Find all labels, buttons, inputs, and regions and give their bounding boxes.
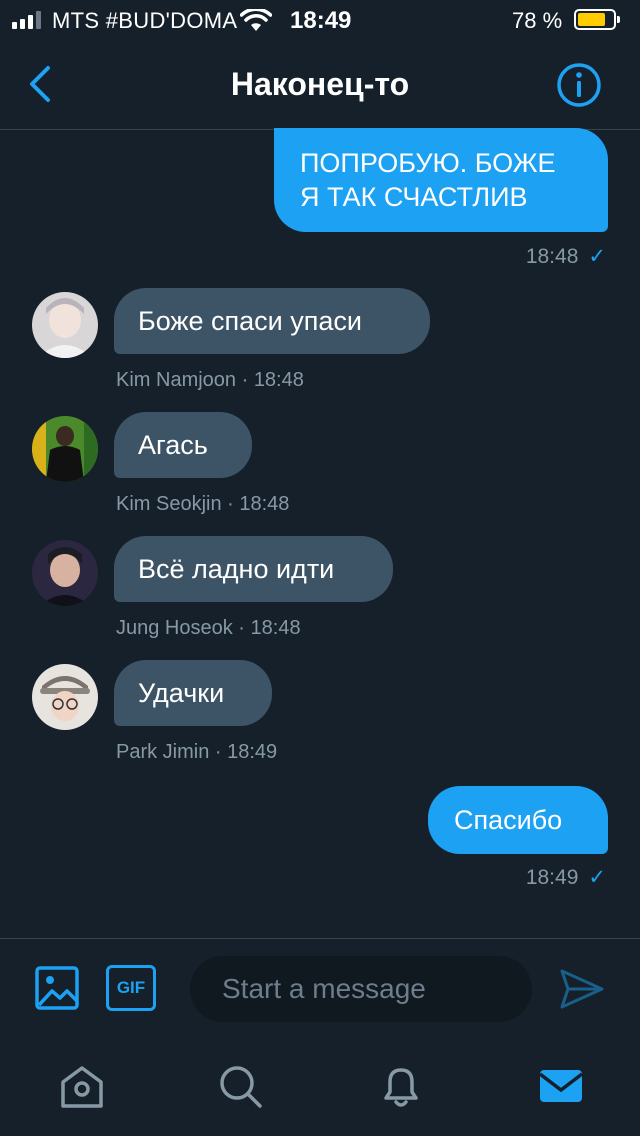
signal-icon [12, 11, 41, 29]
conversation-header: Наконец-то [0, 40, 640, 130]
avatar[interactable] [32, 292, 98, 358]
message-composer: GIF [0, 938, 640, 1038]
outgoing-message[interactable]: Спасибо [428, 786, 608, 854]
carrier-name: MTS #BUD'DOMA [52, 8, 238, 33]
incoming-message[interactable]: Боже спаси упаси [114, 288, 430, 354]
info-button[interactable] [556, 62, 602, 108]
message-meta: Kim Namjoon · 18:48 [116, 369, 304, 391]
message-text: Агась [138, 430, 208, 460]
image-icon[interactable] [34, 965, 80, 1011]
message-line: Я ТАК СЧАСТЛИВ [300, 182, 528, 212]
incoming-message[interactable]: Удачки [114, 660, 272, 726]
incoming-message[interactable]: Всё ладно идти [114, 536, 393, 602]
avatar[interactable] [32, 540, 98, 606]
gif-button[interactable]: GIF [106, 965, 156, 1011]
bell-icon[interactable] [376, 1062, 426, 1112]
status-time: 18:49 [290, 7, 352, 34]
home-icon[interactable] [57, 1062, 107, 1112]
message-text: Удачки [138, 678, 225, 708]
mail-icon[interactable] [536, 1062, 586, 1112]
battery-percent: 78 % [512, 8, 563, 33]
message-meta: Kim Seokjin · 18:48 [116, 493, 290, 515]
check-icon: ✓ [588, 245, 606, 268]
wifi-icon [240, 9, 272, 31]
message-timestamp: 18:49 ✓ [525, 866, 606, 889]
message-line: ПОПРОБУЮ. БОЖЕ [300, 148, 556, 178]
outgoing-message[interactable]: ПОПРОБУЮ. БОЖЕ Я ТАК СЧАСТЛИВ [274, 128, 608, 232]
message-meta: Jung Hoseok · 18:48 [116, 617, 301, 639]
incoming-message[interactable]: Агась [114, 412, 252, 478]
avatar[interactable] [32, 664, 98, 730]
status-bar: MTS #BUD'DOMA 18:49 78 % [0, 0, 640, 40]
bottom-tab-bar [0, 1040, 640, 1136]
message-timestamp: 18:48 ✓ [525, 245, 606, 268]
page-title: Наконец-то [230, 66, 410, 102]
check-icon: ✓ [588, 866, 606, 889]
battery-icon [574, 9, 620, 30]
send-icon[interactable] [558, 967, 606, 1011]
message-input[interactable] [190, 956, 532, 1022]
message-text: Боже спаси упаси [138, 306, 362, 336]
message-meta: Park Jimin · 18:49 [116, 741, 278, 763]
message-text: Спасибо [454, 805, 563, 835]
message-text: Всё ладно идти [138, 554, 335, 584]
search-icon[interactable] [216, 1062, 266, 1112]
avatar[interactable] [32, 416, 98, 482]
